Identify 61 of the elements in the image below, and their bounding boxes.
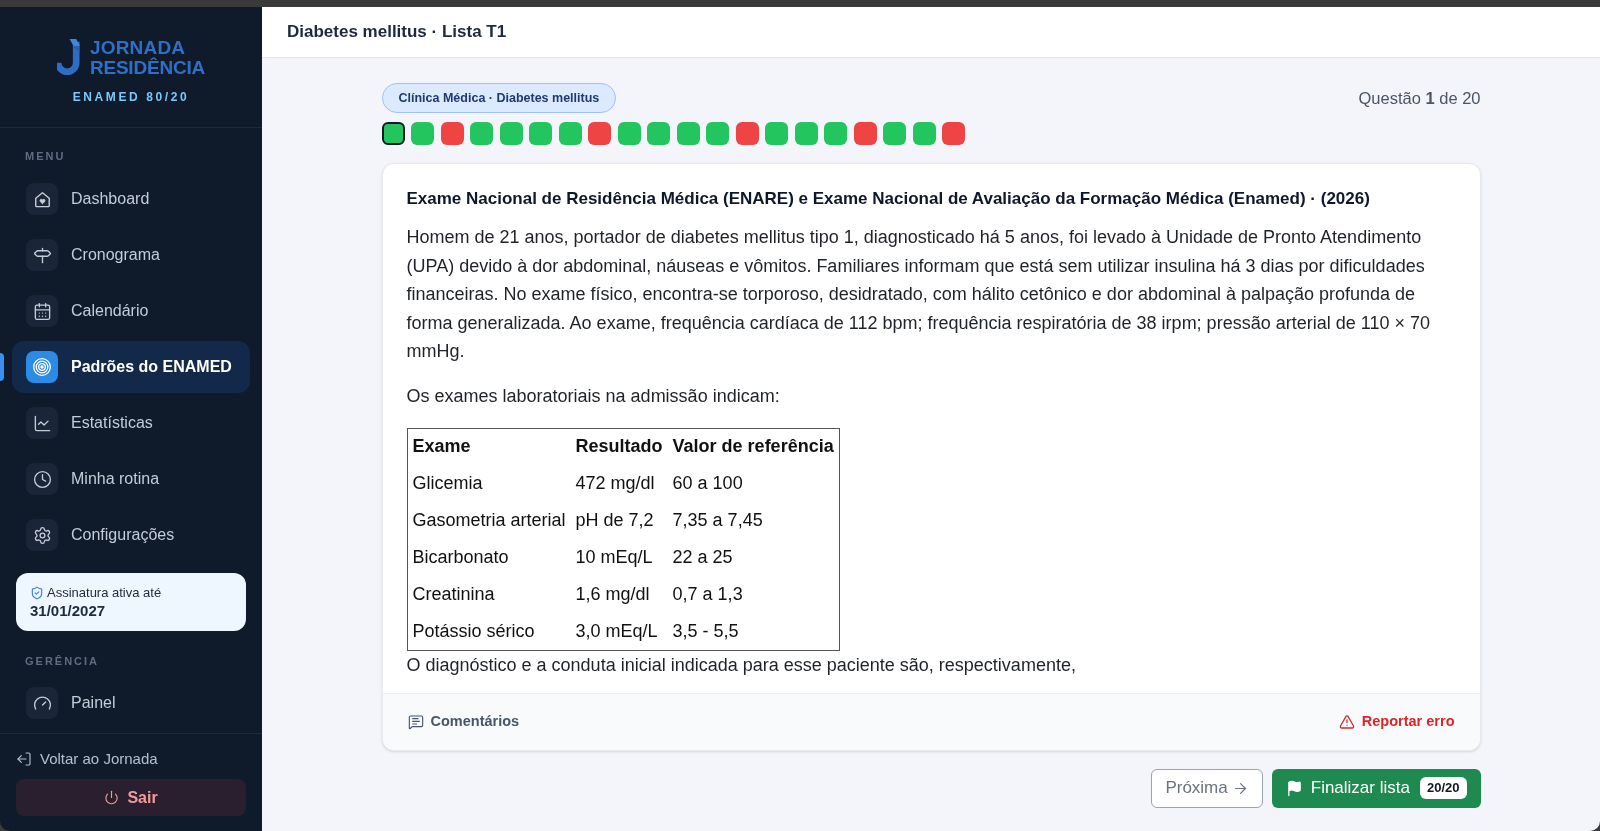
table-cell-text: 10 mEq/L [574, 546, 654, 569]
column-header: Exame [407, 428, 571, 465]
sidebar-item[interactable]: Estatísticas [12, 397, 250, 449]
sidebar-item[interactable]: Minha rotina [12, 453, 250, 505]
subscription-label: Assinatura ativa até [47, 584, 162, 601]
line-chart-icon [26, 407, 58, 439]
table-cell: Bicarbonato [407, 539, 571, 576]
sidebar-item[interactable]: Padrões do ENAMED [12, 341, 250, 393]
column-header: Valor de referência [667, 428, 840, 465]
subscription-date: 31/01/2027 [30, 601, 107, 620]
back-link[interactable]: Voltar ao Jornada [16, 749, 246, 769]
finish-list-button[interactable]: Finalizar lista 20/20 [1271, 768, 1481, 808]
question-text: Os exames laboratoriais na admissão indicam: [406, 384, 781, 408]
table-cell: 7,35 a 7,45 [667, 502, 840, 539]
comment-icon [407, 713, 424, 730]
table-cell-text: 472 mg/dl [574, 472, 656, 495]
question-statement: Homem de 21 anos, portador de diabetes mellitus tipo 1, diagnosticado há 5 anos, foi levado à Unidade de Pronto Atendimento (UPA) devido à dor abdominal, náuseas e vômitos. Familiares informam que está sem utilizar insulina há 3 dias por dificuldades financeiras. No exame físico, encontra-se torporoso, desidratado, com hálito cetônico e dor abdominal à palpação profunda de forma generalizada. Ao exame, frequência cardíaca de 112 bpm; frequência respiratória de 38 irpm; pressão arterial de 110 × 70 mmHg. [406, 226, 1431, 363]
gauge-icon [26, 687, 58, 719]
table-cell-text: pH de 7,2 [574, 509, 655, 532]
table-cell: 3,5 - 5,5 [667, 613, 840, 650]
table-cell: 0,7 a 1,3 [667, 576, 840, 613]
comments-button[interactable]: Comentários [407, 710, 520, 733]
sidebar-item[interactable]: Configurações [12, 509, 250, 561]
section-heading: MENU [24, 150, 67, 163]
table-cell-text: 1,6 mg/dl [574, 583, 651, 606]
selection-indicator [0, 353, 4, 381]
logout-button[interactable]: Sair [16, 779, 246, 816]
category-tag: Clínica Médica · Diabetes mellitus [381, 83, 617, 113]
signpost-icon [26, 239, 58, 271]
settings-icon [26, 519, 58, 551]
count-badge: 20/20 [1419, 777, 1467, 799]
flag-icon [1285, 779, 1303, 797]
table-cell: 22 a 25 [667, 539, 840, 576]
question-text: O diagnóstico e a conduta inicial indicada para esse paciente são, respectivamente, [406, 653, 1077, 677]
column-header: Resultado [570, 428, 668, 465]
table-cell: Glicemia [407, 465, 571, 502]
warning-icon [1338, 713, 1355, 730]
calendar-icon [26, 295, 58, 327]
next-button[interactable]: Próxima [1151, 768, 1263, 808]
logo-text: JORNADA [89, 38, 186, 58]
sidebar-item[interactable]: Dashboard [12, 173, 250, 225]
report-error-button[interactable]: Reportar erro [1338, 710, 1455, 733]
question-status-button[interactable] [381, 122, 405, 145]
page-title: Diabetes mellitus · Lista T1 [287, 21, 507, 44]
question-source: Exame Nacional de Residência Médica (ENARE) e Exame Nacional de Avaliação da Formação Médica (Enamed) · (2026) [406, 188, 1371, 210]
table-cell: 60 a 100 [667, 465, 840, 502]
question-counter: Questão 1 de 20 [1358, 87, 1481, 109]
concentric-circles-icon [26, 351, 58, 383]
logo-subtitle: ENAMED 80/20 [72, 90, 190, 104]
sidebar-item[interactable]: Painel [12, 677, 250, 729]
section-heading: GERÊNCIA [24, 655, 101, 668]
table-cell: 3,0 mEq/L [570, 613, 668, 650]
shield-check-icon [30, 585, 44, 600]
clock-icon [26, 463, 58, 495]
sidebar-item[interactable]: Calendário [12, 285, 250, 337]
table-cell: Gasometria arterial [407, 502, 571, 539]
sidebar-item[interactable]: Cronograma [12, 229, 250, 281]
table-cell: Potássio sérico [407, 613, 571, 650]
logo-text: RESIDÊNCIA [89, 58, 206, 78]
table-cell: Creatinina [407, 576, 571, 613]
power-icon [104, 790, 120, 805]
